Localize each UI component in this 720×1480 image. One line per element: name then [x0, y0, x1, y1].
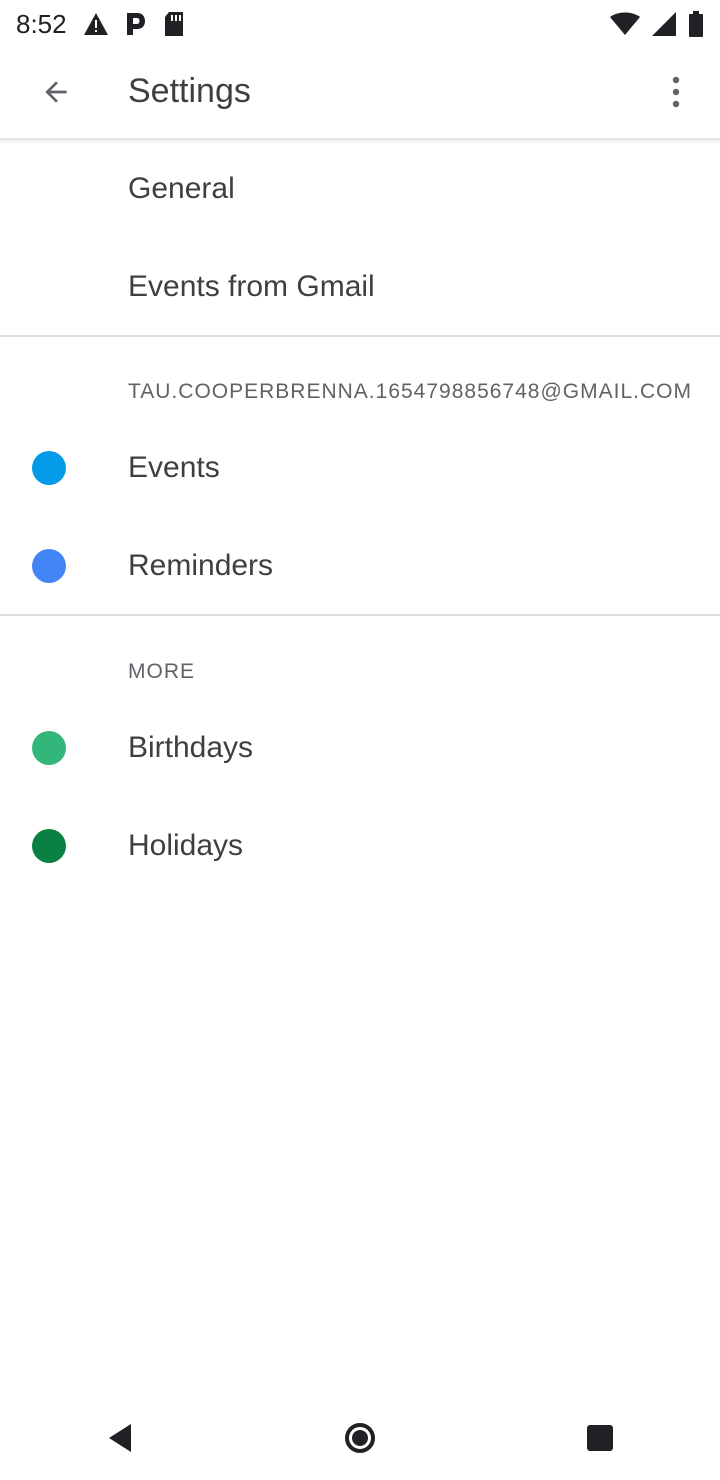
status-icons-right	[610, 11, 704, 37]
page-title: Settings	[128, 72, 251, 110]
status-bar: 8:52	[0, 0, 720, 48]
signal-icon	[652, 12, 676, 36]
calendar-item-reminders[interactable]: Reminders	[0, 517, 720, 615]
nav-home-button[interactable]	[320, 1400, 400, 1480]
divider	[0, 614, 720, 616]
app-bar: Settings	[0, 48, 720, 140]
settings-item-label: General	[128, 172, 235, 205]
more-vert-icon	[670, 76, 682, 113]
nav-recents-icon	[586, 1424, 614, 1457]
p-icon	[125, 11, 147, 37]
calendar-item-birthdays[interactable]: Birthdays	[0, 699, 720, 797]
more-section-header: MORE	[128, 660, 195, 683]
nav-back-icon	[105, 1422, 135, 1459]
calendar-color-dot	[32, 549, 66, 583]
sd-card-icon	[163, 11, 185, 37]
more-options-button[interactable]	[652, 66, 700, 122]
settings-item-general[interactable]: General	[0, 140, 720, 238]
calendar-item-label: Birthdays	[128, 731, 254, 764]
settings-item-label: Events from Gmail	[128, 270, 375, 303]
alert-icon	[83, 12, 109, 36]
divider	[0, 335, 720, 337]
arrow-back-icon	[40, 76, 72, 113]
nav-home-icon	[343, 1421, 377, 1460]
system-nav-bar	[0, 1400, 720, 1480]
calendar-color-dot	[32, 731, 66, 765]
nav-back-button[interactable]	[80, 1400, 160, 1480]
nav-recents-button[interactable]	[560, 1400, 640, 1480]
back-button[interactable]	[28, 66, 84, 122]
wifi-icon	[610, 12, 640, 36]
calendar-item-label: Events	[128, 451, 220, 484]
status-icons-left	[83, 11, 185, 37]
battery-icon	[688, 11, 704, 37]
settings-item-events-from-gmail[interactable]: Events from Gmail	[0, 238, 720, 336]
account-section-header: TAU.COOPERBRENNA.1654798856748@GMAIL.COM	[128, 380, 692, 403]
calendar-item-label: Holidays	[128, 829, 244, 862]
calendar-item-events[interactable]: Events	[0, 419, 720, 517]
calendar-color-dot	[32, 451, 66, 485]
calendar-color-dot	[32, 829, 66, 863]
screen: 8:52 Settings General Events from Gmail …	[0, 0, 720, 1480]
calendar-item-label: Reminders	[128, 549, 274, 582]
calendar-item-holidays[interactable]: Holidays	[0, 797, 720, 895]
status-time: 8:52	[16, 8, 67, 39]
